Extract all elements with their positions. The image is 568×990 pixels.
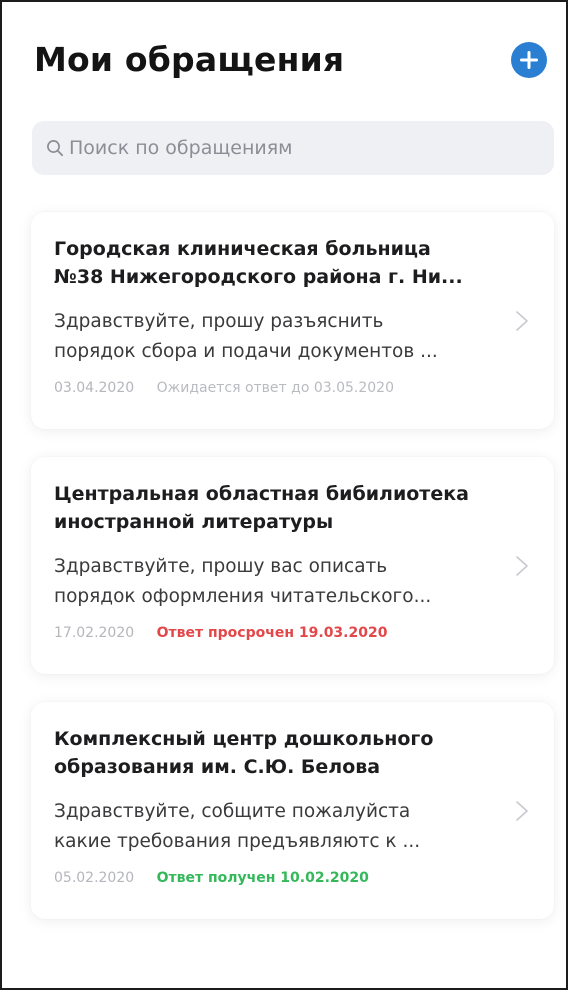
appeal-organization: Центральная областная бибилиотека иностр…	[54, 480, 514, 536]
appeal-preview-line: Здравствуйте, прошу разъяснить	[54, 311, 384, 332]
appeal-preview-line: порядок оформления читательского...	[54, 586, 432, 607]
appeal-meta: 17.02.2020 Ответ просрочен 19.03.2020	[54, 625, 387, 641]
appeal-preview: Здравствуйте, прошу разъяснить порядок с…	[54, 307, 504, 367]
appeal-organization-line: Центральная областная бибилиотека	[54, 483, 469, 505]
appeal-status: Ответ получен 10.02.2020	[156, 870, 369, 886]
chevron-right-icon	[516, 801, 528, 821]
appeal-preview-line: Здравствуйте, прошу вас описать	[54, 556, 388, 577]
appeal-date: 05.02.2020	[54, 870, 135, 886]
appeal-preview: Здравствуйте, собщите пожалуйста какие т…	[54, 797, 504, 857]
appeal-meta: 03.04.2020 Ожидается ответ до 03.05.2020	[54, 380, 394, 396]
add-appeal-button[interactable]	[511, 42, 547, 78]
chevron-right-icon	[516, 556, 528, 576]
appeal-date: 03.04.2020	[54, 380, 135, 396]
search-icon	[47, 140, 64, 157]
appeal-organization-line: №38 Нижегородского района г. Ни...	[54, 266, 463, 288]
search-input[interactable]	[69, 137, 539, 159]
app-screen: Мои обращения Городская клиническая боль…	[0, 0, 568, 990]
chevron-right-icon	[516, 311, 528, 331]
appeal-status: Ожидается ответ до 03.05.2020	[156, 380, 394, 396]
search-bar[interactable]	[32, 121, 554, 175]
appeal-organization: Комплексный центр дошкольного образовани…	[54, 725, 514, 781]
appeal-date: 17.02.2020	[54, 625, 135, 641]
page-title: Мои обращения	[34, 40, 345, 79]
appeal-preview-line: Здравствуйте, собщите пожалуйста	[54, 801, 411, 822]
appeal-organization-line: Комплексный центр дошкольного	[54, 728, 434, 750]
header: Мои обращения	[2, 2, 566, 112]
appeal-preview: Здравствуйте, прошу вас описать порядок …	[54, 552, 504, 612]
appeal-preview-line: порядок сбора и подачи документов ...	[54, 341, 438, 362]
appeal-preview-line: какие требования предъявляютс к ...	[54, 831, 421, 852]
appeal-organization-line: образования им. С.Ю. Белова	[54, 756, 381, 778]
plus-circle-icon	[520, 51, 538, 69]
appeal-card[interactable]: Комплексный центр дошкольного образовани…	[31, 702, 554, 919]
appeal-organization: Городская клиническая больница №38 Нижег…	[54, 235, 514, 291]
appeal-organization-line: Городская клиническая больница	[54, 238, 431, 260]
appeal-organization-line: иностранной литературы	[54, 511, 334, 533]
appeal-status: Ответ просрочен 19.03.2020	[156, 625, 388, 641]
appeal-card[interactable]: Городская клиническая больница №38 Нижег…	[31, 212, 554, 429]
appeal-meta: 05.02.2020 Ответ получен 10.02.2020	[54, 870, 369, 886]
appeal-card[interactable]: Центральная областная бибилиотека иностр…	[31, 457, 554, 674]
